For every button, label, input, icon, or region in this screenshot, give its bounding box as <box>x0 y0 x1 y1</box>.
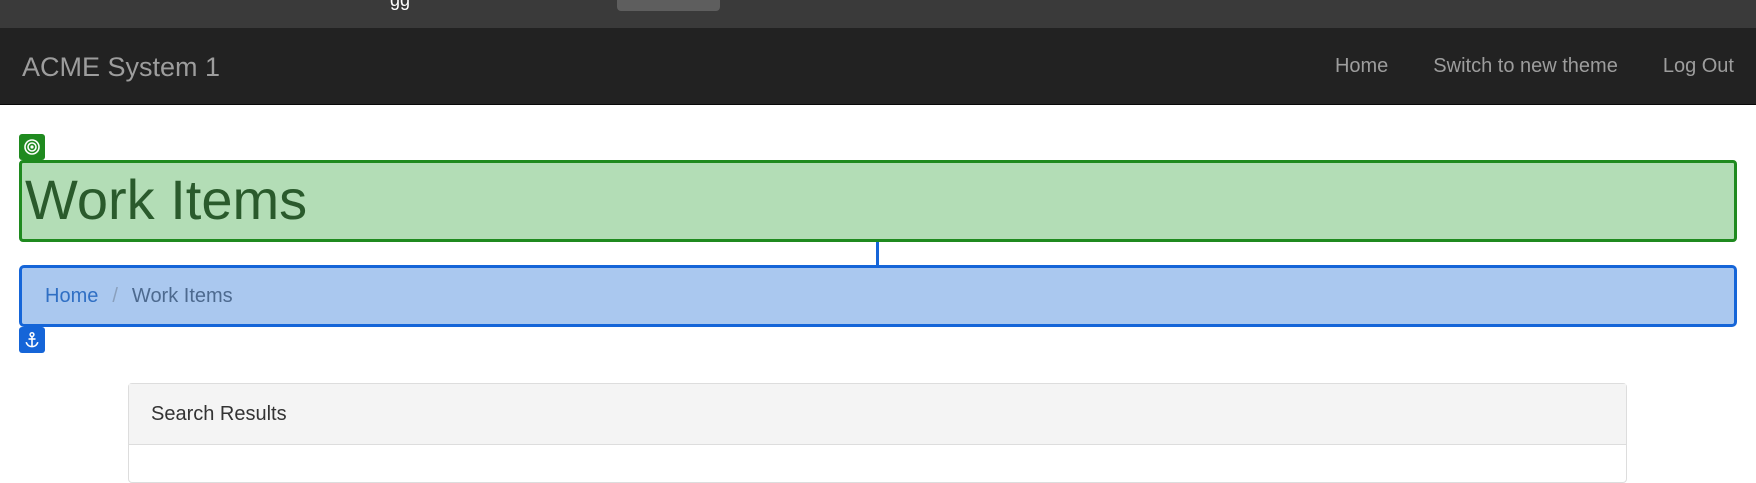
navbar: ACME System 1 Home Switch to new theme L… <box>0 28 1756 105</box>
brand-link[interactable]: ACME System 1 <box>22 52 220 82</box>
browser-top-strip: gg <box>0 0 1756 28</box>
breadcrumb-separator: / <box>112 284 118 307</box>
page-title: Work Items <box>25 168 308 231</box>
breadcrumb-home-link[interactable]: Home <box>45 285 98 308</box>
highlight-connector <box>876 242 879 266</box>
breadcrumb-current: Work Items <box>131 284 233 307</box>
panel-heading: Search Results <box>129 384 1626 445</box>
anchor-icon <box>19 327 45 353</box>
top-strip-text: gg <box>390 0 411 10</box>
breadcrumb: Home / Work Items <box>19 265 1737 327</box>
nav-link-switch-theme[interactable]: Switch to new theme <box>1400 55 1630 78</box>
top-strip-button[interactable] <box>617 0 720 11</box>
nav-link-log-out[interactable]: Log Out <box>1630 55 1746 78</box>
target-icon <box>19 134 45 160</box>
page-heading-highlight: Work Items <box>19 160 1737 242</box>
nav-links: Home Switch to new theme Log Out <box>1335 28 1746 105</box>
search-results-panel: Search Results <box>128 383 1627 483</box>
nav-link-home[interactable]: Home <box>1335 55 1400 78</box>
